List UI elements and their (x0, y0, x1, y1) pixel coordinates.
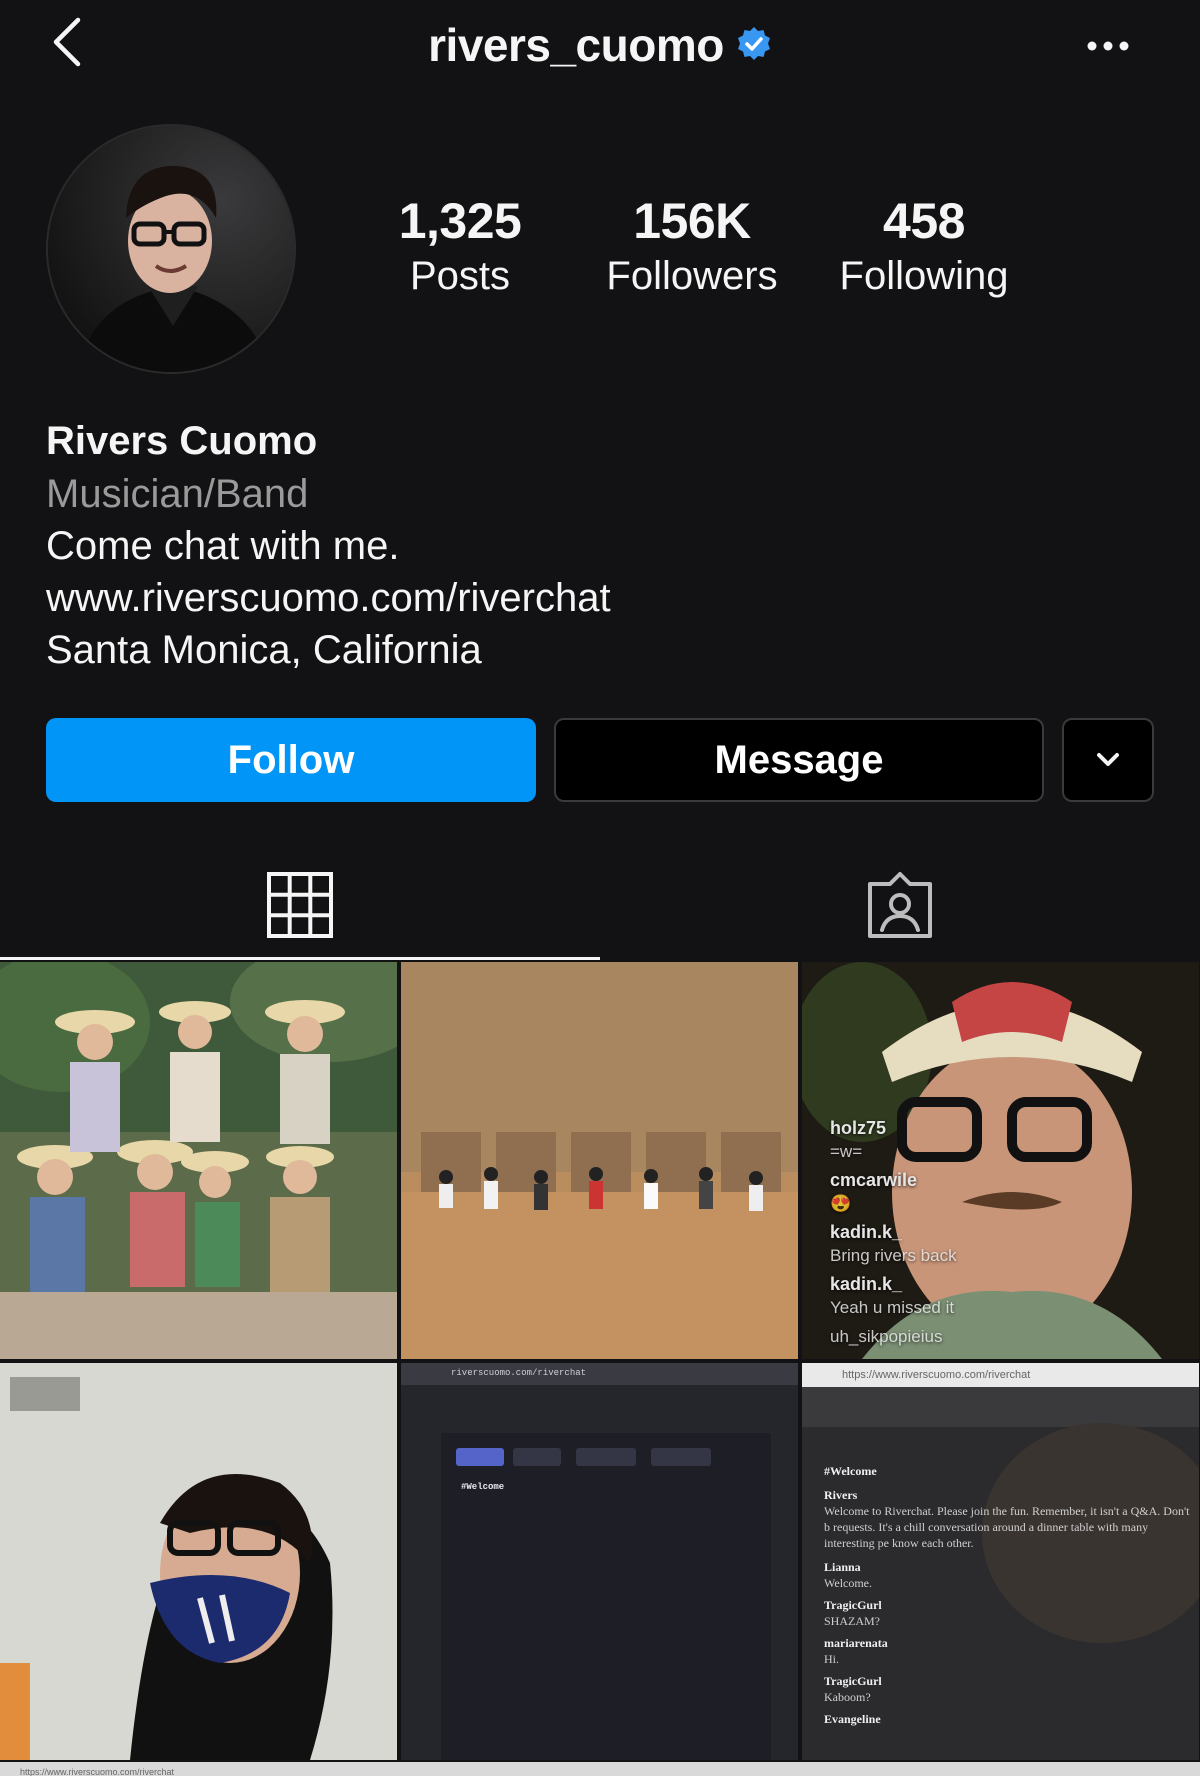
profile-tabs (0, 852, 1200, 960)
profile-avatar[interactable] (46, 124, 296, 374)
profile-header: rivers_cuomo (0, 0, 1200, 100)
live-comment-message: =w= (830, 1142, 863, 1161)
profile-category: Musician/Band (46, 472, 309, 516)
tab-tagged[interactable] (600, 852, 1200, 960)
browser-url-bar: https://www.riverscuomo.com/riverchat (802, 1363, 1199, 1387)
suggested-accounts-button[interactable] (1062, 718, 1154, 802)
chat-message: SHAZAM? (824, 1614, 880, 1628)
chat-user: Lianna (824, 1560, 861, 1574)
live-comment-user: uh_sikpopieius (830, 1327, 943, 1346)
stat-following[interactable]: 458 Following (814, 196, 1034, 296)
chat-message: Welcome. (824, 1576, 873, 1590)
chat-message: Kaboom? (824, 1690, 871, 1704)
live-comment-user: holz75 (830, 1118, 887, 1138)
grid-icon (267, 871, 333, 938)
post-thumbnail-riverchat-page[interactable]: https://www.riverscuomo.com/riverchat #W… (802, 1363, 1199, 1760)
stat-posts-label: Posts (409, 254, 511, 298)
verified-badge-icon (736, 19, 772, 73)
follow-button-label: Follow (227, 737, 355, 782)
chat-user: Evangeline (824, 1712, 881, 1726)
chat-message: Hi. (824, 1652, 839, 1666)
chat-terminal-lines: #Welcome (461, 1481, 504, 1494)
message-button[interactable]: Message (554, 718, 1044, 802)
bottom-url-strip: https://www.riverscuomo.com/riverchat (0, 1762, 1200, 1776)
chat-url-bar: riverscuomo.com/riverchat (451, 1368, 587, 1378)
post-thumbnail-livestream[interactable]: holz75 =w= cmcarwile 😍 kadin.k_ Bring ri… (802, 962, 1199, 1359)
live-comment-message: 😍 (830, 1194, 852, 1213)
chat-user: TragicGurl (824, 1598, 882, 1612)
profile-location: Santa Monica, California (46, 628, 482, 672)
chat-heading: #Welcome (824, 1464, 877, 1478)
live-comment-user: kadin.k_ (830, 1274, 903, 1294)
chat-user: TragicGurl (824, 1674, 882, 1688)
chat-user: Rivers (824, 1488, 858, 1502)
post-thumbnail-masked-selfie[interactable] (0, 1363, 397, 1760)
tagged-icon (868, 872, 932, 938)
chat-heading: #Welcome (461, 1482, 505, 1492)
message-button-label: Message (714, 737, 884, 782)
riverchat-transcript: #Welcome Rivers Welcome to Riverchat. Pl… (824, 1463, 1191, 1727)
stat-posts-value: 1,325 (398, 193, 522, 249)
post-thumbnail-dance-room[interactable] (401, 962, 798, 1359)
post-thumbnail-group-photo[interactable] (0, 962, 397, 1359)
stat-following-label: Following (839, 254, 1009, 298)
stat-followers-value: 156K (633, 193, 751, 249)
profile-username: rivers_cuomo (428, 19, 724, 71)
profile-bio: Rivers Cuomo Musician/Band Come chat wit… (46, 418, 1146, 676)
stat-followers[interactable]: 156K Followers (582, 196, 802, 296)
bottom-url-text: https://www.riverscuomo.com/riverchat (20, 1767, 175, 1776)
follow-button[interactable]: Follow (46, 718, 536, 802)
chat-user: mariarenata (824, 1636, 888, 1650)
live-comment-user: cmcarwile (830, 1170, 918, 1190)
live-comment-message: Yeah u missed it (830, 1298, 955, 1317)
live-comments: holz75 =w= cmcarwile 😍 kadin.k_ Bring ri… (830, 1117, 957, 1348)
stat-followers-label: Followers (606, 254, 778, 298)
live-comment-user: kadin.k_ (830, 1222, 903, 1242)
profile-display-name: Rivers Cuomo (46, 419, 318, 463)
profile-bio-link[interactable]: www.riverscuomo.com/riverchat (46, 572, 1146, 624)
chevron-down-icon (1097, 753, 1119, 766)
stat-following-value: 458 (883, 193, 965, 249)
live-comment-message: Bring rivers back (830, 1246, 957, 1265)
more-options-button[interactable] (1080, 30, 1140, 60)
stat-posts[interactable]: 1,325 Posts (350, 196, 570, 296)
profile-username-row: rivers_cuomo (0, 18, 1200, 73)
tab-posts-grid[interactable] (0, 852, 600, 960)
post-thumbnail-chat-screen[interactable]: riverscuomo.com/riverchat #Welcome (401, 1363, 798, 1760)
chat-message: Welcome to Riverchat. Please join the fu… (824, 1504, 1190, 1550)
profile-bio-text: Come chat with me. (46, 524, 400, 568)
more-horizontal-icon (1087, 41, 1129, 51)
